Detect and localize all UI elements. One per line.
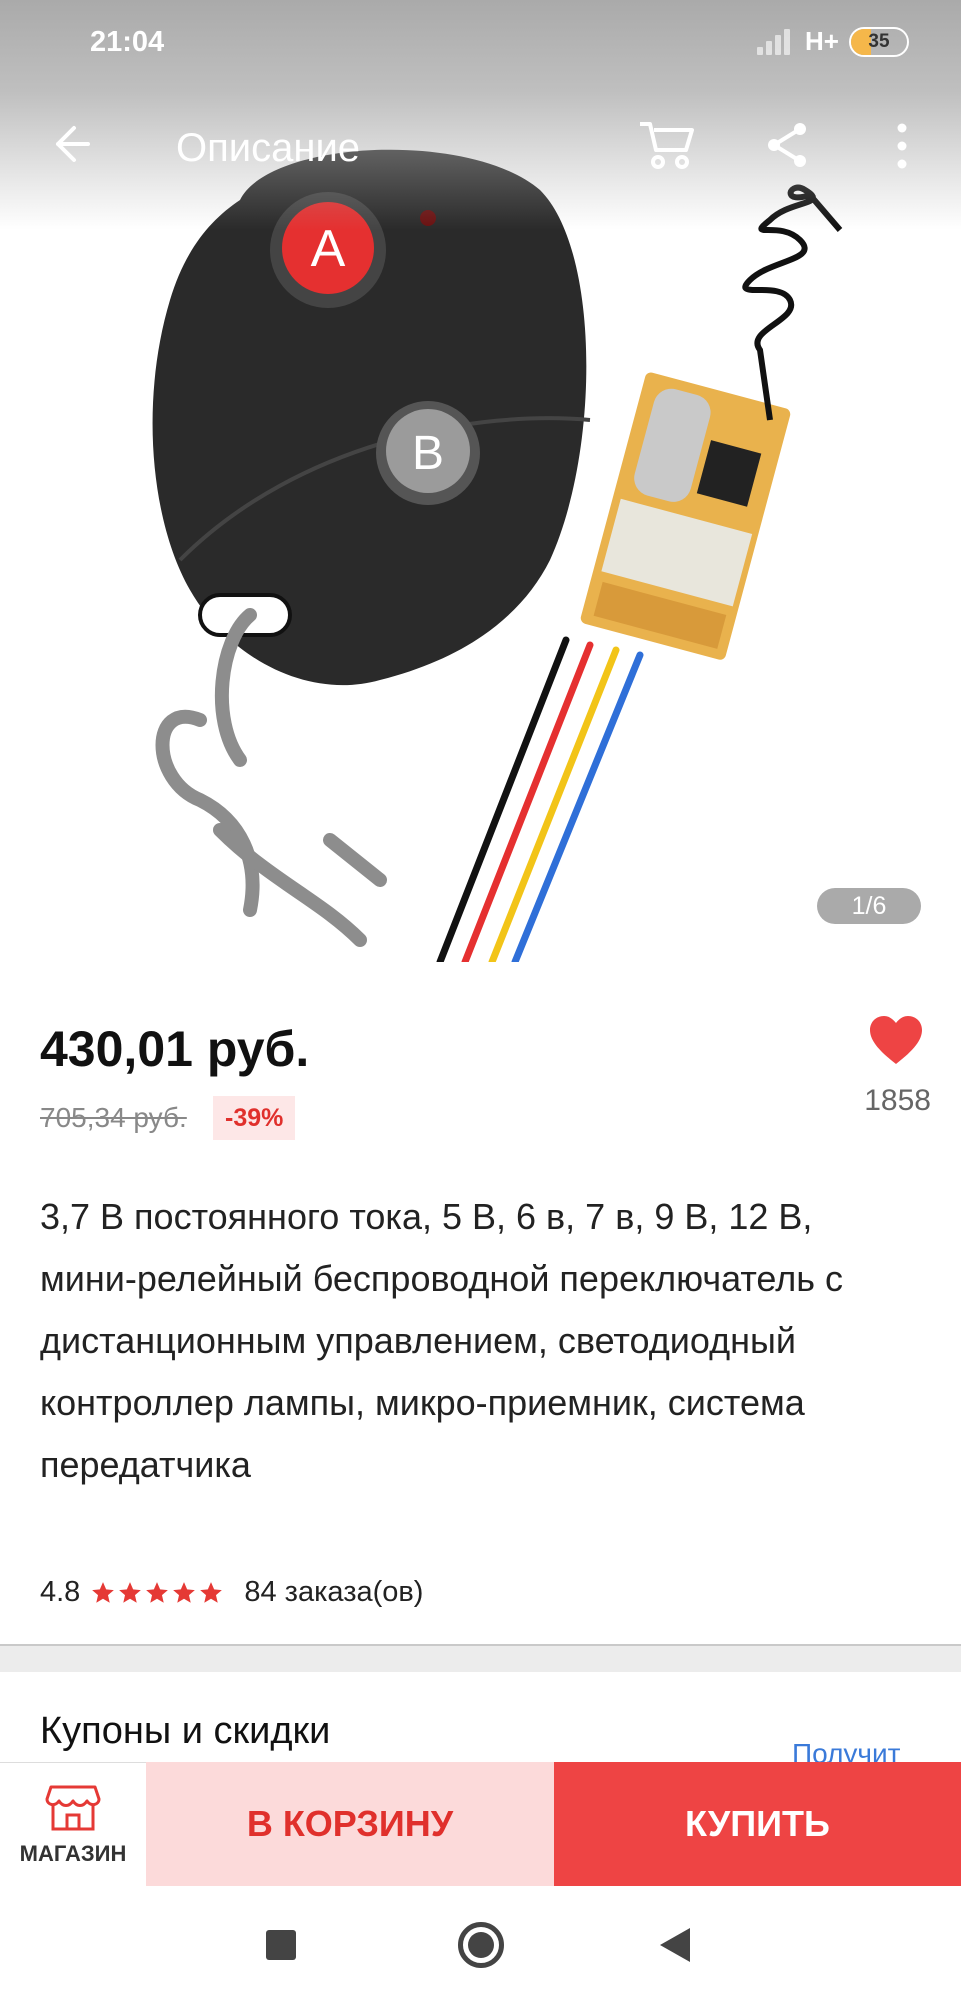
coupons-title: Купоны и скидки	[40, 1710, 331, 1752]
star-icon	[146, 1581, 169, 1603]
store-icon	[45, 1785, 101, 1830]
more-options-icon[interactable]	[890, 122, 914, 170]
star-icon	[92, 1581, 115, 1603]
section-gap	[0, 1646, 961, 1672]
share-icon[interactable]	[764, 120, 810, 170]
status-indicators: H+ 35	[755, 26, 909, 57]
store-label: МАГАЗИН	[19, 1840, 127, 1866]
signal-icon	[755, 27, 795, 57]
old-price: 705,34 руб.	[40, 1102, 187, 1133]
status-time: 21:04	[90, 26, 165, 58]
status-bar: 21:04 H+ 35	[0, 0, 961, 86]
product-title: 3,7 В постоянного тока, 5 В, 6 в, 7 в, 9…	[40, 1196, 844, 1485]
page-title: Описание	[176, 126, 361, 170]
get-coupons-link[interactable]: Получит	[792, 1738, 900, 1764]
cart-icon[interactable]	[636, 116, 696, 172]
svg-text:B: B	[412, 427, 444, 480]
rating-stars	[90, 1580, 224, 1606]
gallery-page-counter: 1/6	[817, 888, 921, 924]
store-button[interactable]: МАГАЗИН	[0, 1762, 146, 1886]
heart-icon[interactable]	[868, 1014, 924, 1066]
app-bar: Описание	[0, 86, 961, 212]
rating-value: 4.8	[40, 1576, 81, 1608]
back-arrow-icon[interactable]	[44, 118, 96, 170]
back-triangle-icon[interactable]	[660, 1928, 690, 1962]
battery-percent: 35	[868, 30, 890, 52]
star-icon	[200, 1581, 223, 1603]
star-icon	[119, 1581, 142, 1603]
wishlist-count: 1858	[864, 1084, 931, 1117]
system-nav-bar	[0, 1886, 961, 2000]
buy-now-button[interactable]: КУПИТЬ	[554, 1762, 961, 1886]
current-price: 430,01 руб.	[40, 1021, 310, 1077]
bottom-action-bar: МАГАЗИН В КОРЗИНУ КУПИТЬ	[0, 1762, 961, 1886]
add-to-cart-button[interactable]: В КОРЗИНУ	[146, 1762, 554, 1886]
home-icon[interactable]	[458, 1922, 504, 1968]
network-type: H+	[805, 26, 839, 56]
orders-count: 84 заказа(ов)	[244, 1576, 424, 1608]
rating-row[interactable]: 4.8 84 заказа(ов)	[40, 1576, 423, 1609]
battery-icon: 35	[849, 26, 909, 57]
discount-badge: -39%	[213, 1096, 296, 1140]
recent-apps-icon[interactable]	[266, 1930, 296, 1960]
star-icon	[173, 1581, 196, 1603]
